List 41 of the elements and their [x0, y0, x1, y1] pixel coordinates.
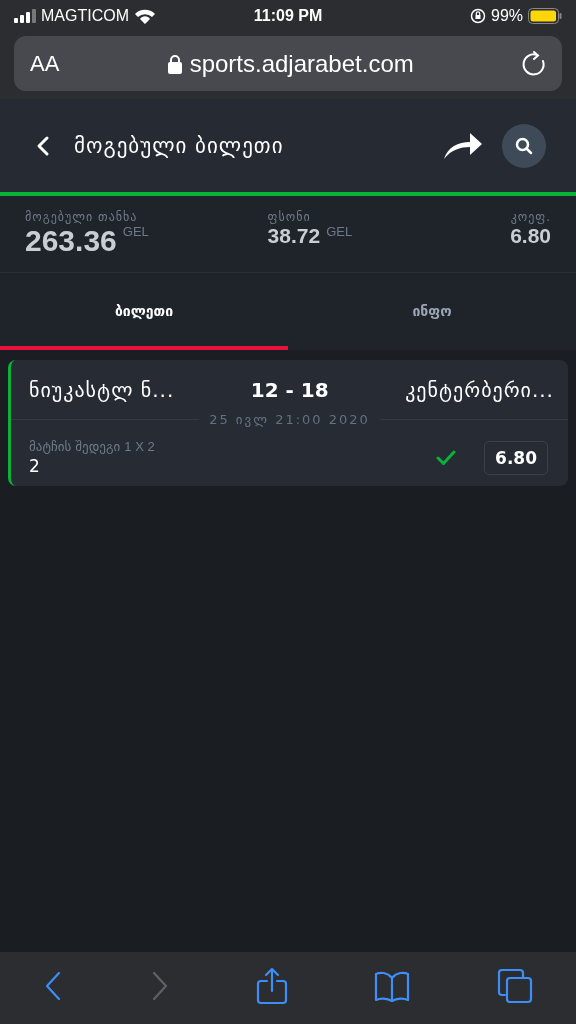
odds-value: 6.80: [484, 440, 548, 475]
battery-percent: 99%: [491, 7, 523, 25]
bookmarks-button[interactable]: [374, 970, 411, 1002]
carrier-name: MAGTICOM: [41, 7, 129, 25]
battery-icon: [528, 8, 562, 24]
match-date: 25 ივლ 21:00 2020: [209, 412, 370, 427]
url-text: sports.adjarabet.com: [189, 49, 414, 78]
share-icon: [255, 967, 288, 1005]
match-score: 12 - 18: [250, 378, 329, 402]
market-name: მატჩის შედეგი 1 X 2: [29, 439, 156, 454]
book-icon: [374, 970, 411, 1002]
lock-icon: [167, 53, 182, 74]
home-team: ნიუკასტლ ნ...: [29, 378, 175, 402]
page-title: მოგებული ბილეთი: [74, 133, 285, 158]
check-icon: [436, 449, 457, 466]
summary-label: კოეფ.: [510, 210, 551, 224]
tab[interactable]: ინფო: [288, 273, 576, 350]
currency-label: GEL: [122, 224, 149, 239]
currency-label: GEL: [326, 224, 353, 239]
tabs-icon: [496, 968, 533, 1004]
share-arrow-icon[interactable]: [444, 132, 482, 159]
bet-pick: 2: [29, 456, 41, 476]
clock-time: 11:09 PM: [253, 7, 323, 25]
back-icon[interactable]: [36, 134, 50, 157]
text-size-button[interactable]: AA: [30, 50, 60, 77]
reload-icon[interactable]: [522, 50, 546, 77]
summary-value: 263.36: [25, 224, 117, 258]
tab[interactable]: ბილეთი: [0, 273, 288, 350]
away-team: კენტერბერი...: [405, 378, 554, 402]
search-button[interactable]: [502, 123, 546, 168]
share-button[interactable]: [255, 967, 288, 1005]
tabs-button[interactable]: [496, 968, 533, 1004]
summary-label: მოგებული თანხა: [25, 210, 138, 224]
signal-icon: [14, 9, 36, 23]
search-icon: [515, 136, 533, 155]
summary-value: 6.80: [510, 224, 551, 248]
summary-label: ფსონი: [267, 210, 311, 224]
rotation-lock-icon: [470, 8, 486, 24]
summary-value: 38.72: [267, 224, 321, 248]
address-bar[interactable]: AA sports.adjarabet.com: [14, 36, 562, 91]
wifi-icon: [134, 8, 156, 24]
